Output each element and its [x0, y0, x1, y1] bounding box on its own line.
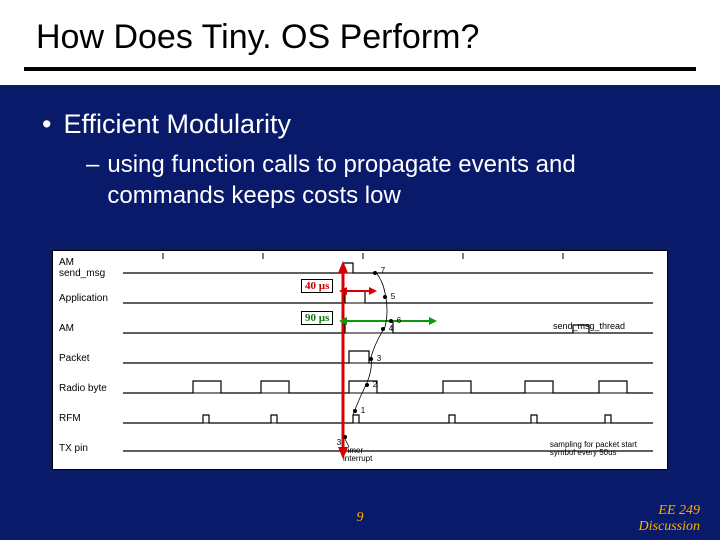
presentation-slide: How Does Tiny. OS Perform? • Efficient M… — [0, 0, 720, 540]
svg-text:5: 5 — [391, 292, 396, 301]
timing-diagram: AMsend_msg Application AM Packet Radio b… — [52, 250, 668, 470]
title-underline — [24, 67, 696, 71]
footer-line2: Discussion — [639, 519, 700, 534]
svg-text:1: 1 — [361, 406, 366, 415]
bullet-level2: – using function calls to propagate even… — [86, 150, 678, 211]
title-underline-wrap — [0, 67, 720, 79]
svg-text:2: 2 — [373, 380, 378, 389]
bullet-dot-icon: • — [42, 109, 51, 140]
timing-waveform-svg: 1 2 3 3 4 5 6 7 — [53, 251, 669, 471]
bullet-dash-icon: – — [86, 150, 99, 211]
slide-title: How Does Tiny. OS Perform? — [0, 0, 720, 67]
footer-course: EE 249 Discussion — [639, 503, 700, 534]
footer-line1: EE 249 — [658, 503, 700, 518]
bullet2-text: using function calls to propagate events… — [107, 150, 678, 211]
bullet-level1: • Efficient Modularity — [42, 109, 678, 140]
svg-text:6: 6 — [397, 316, 402, 325]
svg-text:3: 3 — [337, 438, 342, 447]
slide-body: • Efficient Modularity – using function … — [0, 85, 720, 211]
page-number: 9 — [0, 510, 720, 526]
bullet1-text: Efficient Modularity — [63, 109, 291, 140]
svg-text:7: 7 — [381, 266, 386, 275]
svg-text:4: 4 — [389, 324, 394, 333]
svg-text:3: 3 — [377, 354, 382, 363]
